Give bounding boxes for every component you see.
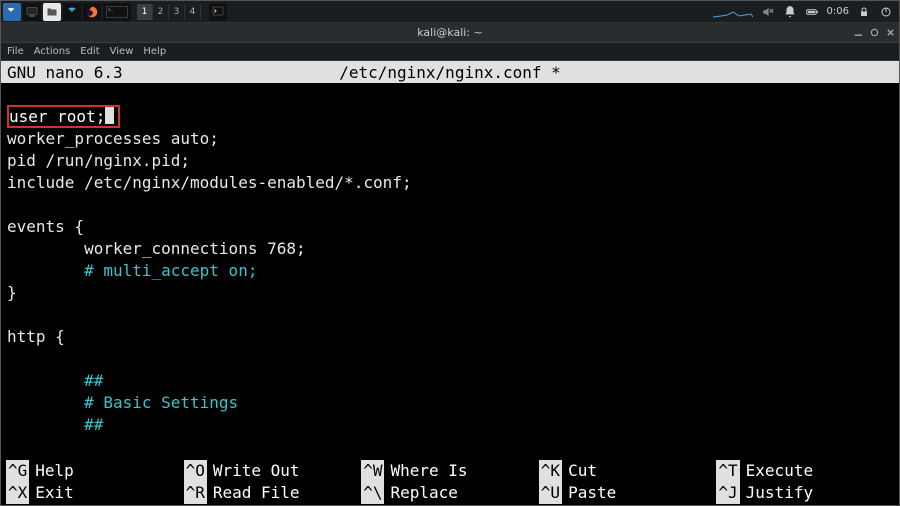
workspace-switcher[interactable]: 1 2 3 4 (137, 4, 201, 20)
menu-edit[interactable]: Edit (80, 46, 99, 57)
window-maximize-button[interactable] (869, 28, 879, 38)
shortcut-read-file: ^R Read File (184, 482, 362, 504)
shortcut-paste: ^U Paste (539, 482, 717, 504)
editor-line: ## (7, 370, 893, 392)
shortcut-key: ^\ (361, 482, 384, 504)
shortcut-key: ^T (716, 460, 739, 482)
nano-file-name: /etc/nginx/nginx.conf * (1, 63, 899, 82)
editor-line: http { (7, 326, 893, 348)
editor-line (7, 194, 893, 216)
kali-tools-icon[interactable] (63, 3, 81, 21)
shortcut-label: Write Out (213, 460, 300, 482)
network-graph-icon[interactable] (713, 6, 753, 18)
text-cursor (105, 107, 114, 124)
shortcut-exit: ^X Exit (6, 482, 184, 504)
nano-shortcut-bar: ^G Help ^O Write Out ^W Where Is ^K Cut ^T Execut… (2, 460, 898, 504)
firefox-icon[interactable] (83, 3, 101, 21)
shortcut-write-out: ^O Write Out (184, 460, 362, 482)
kali-menu-icon[interactable] (3, 3, 21, 21)
taskbar-terminal-icon[interactable] (23, 3, 41, 21)
workspace-2[interactable]: 2 (153, 4, 169, 20)
shortcut-key: ^K (539, 460, 562, 482)
shortcut-label: Replace (390, 482, 457, 504)
menu-view[interactable]: View (110, 46, 134, 57)
editor-line: worker_processes auto; (7, 128, 893, 150)
shortcut-replace: ^\ Replace (361, 482, 539, 504)
notifications-icon[interactable] (783, 5, 797, 19)
task-list: >_ (1, 3, 131, 21)
shortcut-key: ^W (361, 460, 384, 482)
app-menubar: File Actions Edit View Help (1, 43, 899, 61)
editor-line (7, 304, 893, 326)
clock[interactable]: 0:06 (827, 6, 849, 17)
shortcut-key: ^G (6, 460, 29, 482)
shortcut-help: ^G Help (6, 460, 184, 482)
shortcut-execute: ^T Execute (716, 460, 894, 482)
shortcut-justify: ^J Justify (716, 482, 894, 504)
editor-line: pid /run/nginx.pid; (7, 150, 893, 172)
editor-line (7, 348, 893, 370)
shortcut-key: ^J (716, 482, 739, 504)
editor-line: ## (7, 414, 893, 436)
shortcut-label: Help (35, 460, 74, 482)
shortcut-label: Justify (746, 482, 813, 504)
power-icon[interactable] (879, 5, 893, 19)
menu-file[interactable]: File (7, 46, 24, 57)
workspace-4[interactable]: 4 (185, 4, 201, 20)
lock-icon[interactable] (857, 5, 871, 19)
editor-area[interactable]: user root; worker_processes auto;pid /ru… (1, 83, 899, 439)
shortcut-key: ^R (184, 482, 207, 504)
files-icon[interactable] (43, 3, 61, 21)
nano-app-name: GNU nano 6.3 (7, 63, 123, 82)
shortcut-key: ^O (184, 460, 207, 482)
workspace-3[interactable]: 3 (169, 4, 185, 20)
svg-text:>_: >_ (108, 8, 114, 13)
editor-line: include /etc/nginx/modules-enabled/*.con… (7, 172, 893, 194)
editor-line: # multi_accept on; (7, 260, 893, 282)
active-terminal-task[interactable]: >_ (103, 3, 131, 21)
editor-line: worker_connections 768; (7, 238, 893, 260)
window-minimize-button[interactable] (853, 28, 863, 38)
shortcut-where-is: ^W Where Is (361, 460, 539, 482)
editor-line: } (7, 282, 893, 304)
shortcut-label: Read File (213, 482, 300, 504)
running-terminal-icon[interactable] (209, 3, 227, 21)
editor-line: # Basic Settings (7, 392, 893, 414)
shortcut-key: ^X (6, 482, 29, 504)
shortcut-cut: ^K Cut (539, 460, 717, 482)
window-title: kali@kali: ~ (417, 26, 482, 39)
volume-muted-icon[interactable] (761, 5, 775, 19)
shortcut-label: Cut (568, 460, 597, 482)
shortcut-key: ^U (539, 482, 562, 504)
battery-icon[interactable] (805, 5, 819, 19)
window-close-button[interactable] (885, 28, 895, 38)
desktop-panel: >_ 1 2 3 4 0:06 (1, 1, 899, 23)
editor-line: events { (7, 216, 893, 238)
workspace-1[interactable]: 1 (137, 4, 153, 20)
shortcut-label: Exit (35, 482, 74, 504)
highlighted-line: user root; (7, 105, 120, 128)
shortcut-label: Where Is (390, 460, 467, 482)
shortcut-label: Execute (746, 460, 813, 482)
shortcut-label: Paste (568, 482, 616, 504)
nano-title-bar: GNU nano 6.3 /etc/nginx/nginx.conf * (1, 61, 899, 83)
window-titlebar[interactable]: kali@kali: ~ (1, 23, 899, 43)
system-tray: 0:06 (713, 5, 899, 19)
menu-actions[interactable]: Actions (34, 46, 71, 57)
menu-help[interactable]: Help (143, 46, 166, 57)
